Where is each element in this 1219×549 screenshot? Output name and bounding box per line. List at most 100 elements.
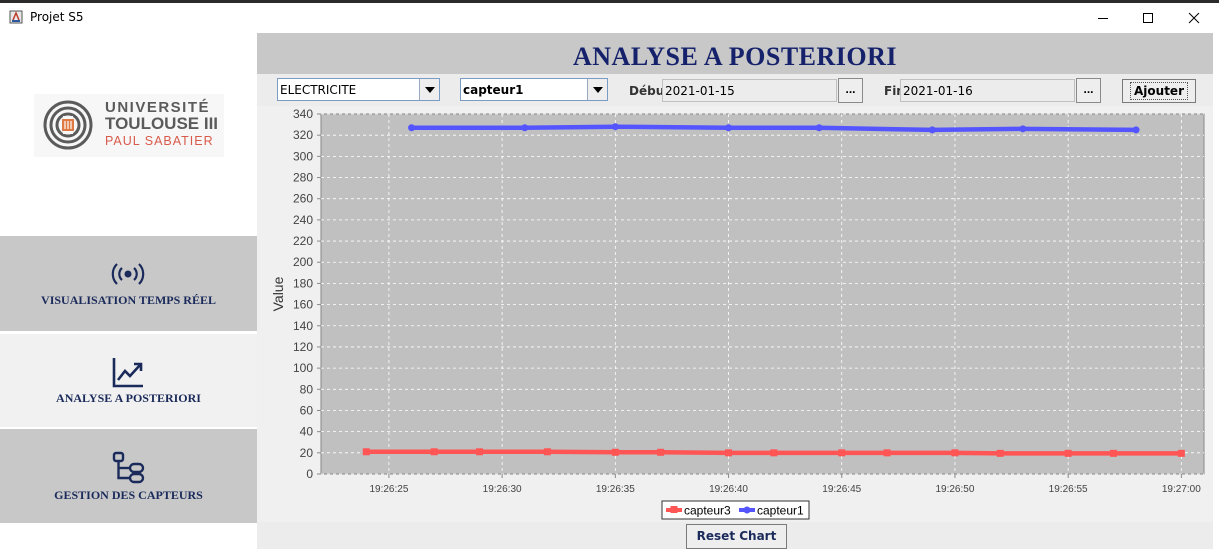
chart-panel: 0 20 40 60 80 100 120 140 160 180 200 220 240 260 280 3… (257, 106, 1213, 522)
nodes-icon (112, 451, 145, 484)
y-tick-label: 340 (293, 107, 313, 121)
legend-label-capteur3: capteur3 (684, 504, 731, 518)
maximize-button[interactable] (1125, 3, 1171, 33)
y-tick-label: 100 (293, 361, 313, 375)
nav-analyse-label: ANALYSE A POSTERIORI (56, 391, 201, 405)
x-tick-label: 19:26:45 (822, 484, 861, 495)
chart-line-icon (112, 358, 143, 388)
data-point-capteur3 (430, 448, 438, 456)
start-date-picker-button[interactable]: ... (838, 78, 863, 103)
y-tick-label: 300 (293, 149, 313, 163)
start-date-value: 2021-01-15 (665, 84, 735, 98)
main-panel: ANALYSE A POSTERIORI ELECTRICITE capteur… (257, 33, 1213, 549)
data-point-capteur1 (408, 124, 416, 132)
data-point-capteur1 (521, 124, 529, 132)
nav-visualisation-temps-reel[interactable]: VISUALISATION TEMPS RÉEL (0, 236, 257, 331)
y-tick-label: 140 (293, 319, 313, 333)
logo-line2: TOULOUSE III (105, 114, 218, 133)
close-icon (1188, 12, 1200, 24)
minimize-button[interactable] (1080, 3, 1126, 33)
end-date-value: 2021-01-16 (903, 84, 973, 98)
data-point-capteur1 (815, 124, 823, 132)
y-tick-label: 240 (293, 213, 313, 227)
y-tick-label: 0 (306, 467, 313, 481)
x-tick-label: 19:27:00 (1162, 484, 1201, 495)
plot-area (320, 113, 1205, 475)
y-tick-label: 220 (293, 234, 313, 248)
sidebar: UNIVERSITÉ TOULOUSE III PAUL SABATIER VI… (0, 33, 257, 549)
data-point-capteur3 (362, 448, 370, 456)
title-bar-top-strip (0, 0, 1219, 3)
data-point-capteur3 (838, 449, 846, 457)
java-app-icon (9, 10, 23, 24)
reset-chart-button[interactable]: Reset Chart (686, 524, 787, 549)
chevron-down-icon[interactable] (419, 79, 439, 100)
minimize-icon (1098, 18, 1108, 19)
logo-line3: PAUL SABATIER (105, 134, 214, 148)
y-tick-label: 20 (300, 446, 314, 460)
y-tick-label: 320 (293, 128, 313, 142)
start-date-field[interactable]: 2021-01-15 (662, 79, 837, 102)
university-logo-graphic: UNIVERSITÉ TOULOUSE III PAUL SABATIER (43, 99, 218, 150)
add-button-label: Ajouter (1130, 82, 1188, 100)
data-point-capteur1 (1132, 126, 1140, 134)
x-tick-label: 19:26:55 (1049, 484, 1088, 495)
y-tick-label: 260 (293, 192, 313, 206)
y-tick-label: 40 (300, 425, 314, 439)
y-axis-label: Value (270, 276, 286, 311)
type-select[interactable]: ELECTRICITE (277, 78, 440, 101)
data-point-capteur1 (928, 126, 936, 134)
data-point-capteur3 (543, 448, 551, 456)
data-point-capteur3 (475, 448, 483, 456)
data-point-capteur3 (725, 449, 733, 457)
nav-gestion-des-capteurs[interactable]: GESTION DES CAPTEURS (0, 429, 257, 523)
data-point-capteur1 (1019, 125, 1027, 133)
data-point-capteur3 (770, 449, 778, 457)
x-tick-label: 19:26:40 (709, 484, 748, 495)
app-window: Projet S5 UNIVERSITÉ TOULOUSE III PAUL S… (0, 0, 1219, 549)
y-tick-label: 80 (300, 382, 314, 396)
data-point-capteur3 (1177, 449, 1185, 457)
x-tick-label: 19:26:35 (596, 484, 635, 495)
legend-marker-capteur1 (743, 506, 751, 514)
end-date-field[interactable]: 2021-01-16 (900, 79, 1075, 102)
data-point-capteur3 (951, 449, 959, 457)
legend-marker-capteur3 (670, 506, 678, 513)
y-tick-label: 280 (293, 171, 313, 185)
nav-visualisation-label: VISUALISATION TEMPS RÉEL (41, 293, 216, 307)
sensor-select-value: capteur1 (463, 83, 524, 97)
window-right-edge (1213, 33, 1219, 549)
window-title: Projet S5 (30, 10, 84, 24)
data-point-capteur1 (725, 124, 733, 132)
y-tick-label: 120 (293, 340, 313, 354)
data-point-capteur1 (611, 123, 619, 131)
maximize-icon (1143, 13, 1153, 23)
add-button[interactable]: Ajouter (1122, 79, 1196, 103)
y-tick-label: 200 (293, 255, 313, 269)
series-line-capteur1 (409, 124, 1139, 133)
close-button[interactable] (1171, 3, 1217, 33)
sensor-select[interactable]: capteur1 (460, 78, 608, 101)
type-select-value: ELECTRICITE (280, 83, 357, 97)
legend-label-capteur1: capteur1 (757, 504, 804, 518)
data-point-capteur3 (657, 448, 665, 456)
nav-gestion-label: GESTION DES CAPTEURS (54, 488, 203, 502)
title-bar: Projet S5 (0, 0, 1219, 33)
data-point-capteur3 (883, 449, 891, 457)
page-title: ANALYSE A POSTERIORI (572, 42, 898, 71)
nav-analyse-a-posteriori[interactable]: ANALYSE A POSTERIORI (0, 334, 257, 427)
university-logo: UNIVERSITÉ TOULOUSE III PAUL SABATIER (34, 94, 224, 157)
end-date-picker-button[interactable]: ... (1076, 78, 1101, 103)
x-tick-label: 19:26:50 (935, 484, 974, 495)
data-point-capteur3 (1109, 449, 1117, 457)
line-chart: 0 20 40 60 80 100 120 140 160 180 200 220 240 260 280 3… (270, 107, 1205, 520)
data-point-capteur3 (996, 449, 1004, 457)
x-tick-label: 19:26:30 (483, 484, 522, 495)
chevron-down-icon[interactable] (587, 79, 607, 100)
x-tick-label: 19:26:25 (369, 484, 408, 495)
data-point-capteur3 (1064, 449, 1072, 457)
y-tick-label: 60 (300, 403, 314, 417)
y-tick-label: 180 (293, 276, 313, 290)
y-tick-label: 160 (293, 298, 313, 312)
data-point-capteur3 (611, 448, 619, 456)
